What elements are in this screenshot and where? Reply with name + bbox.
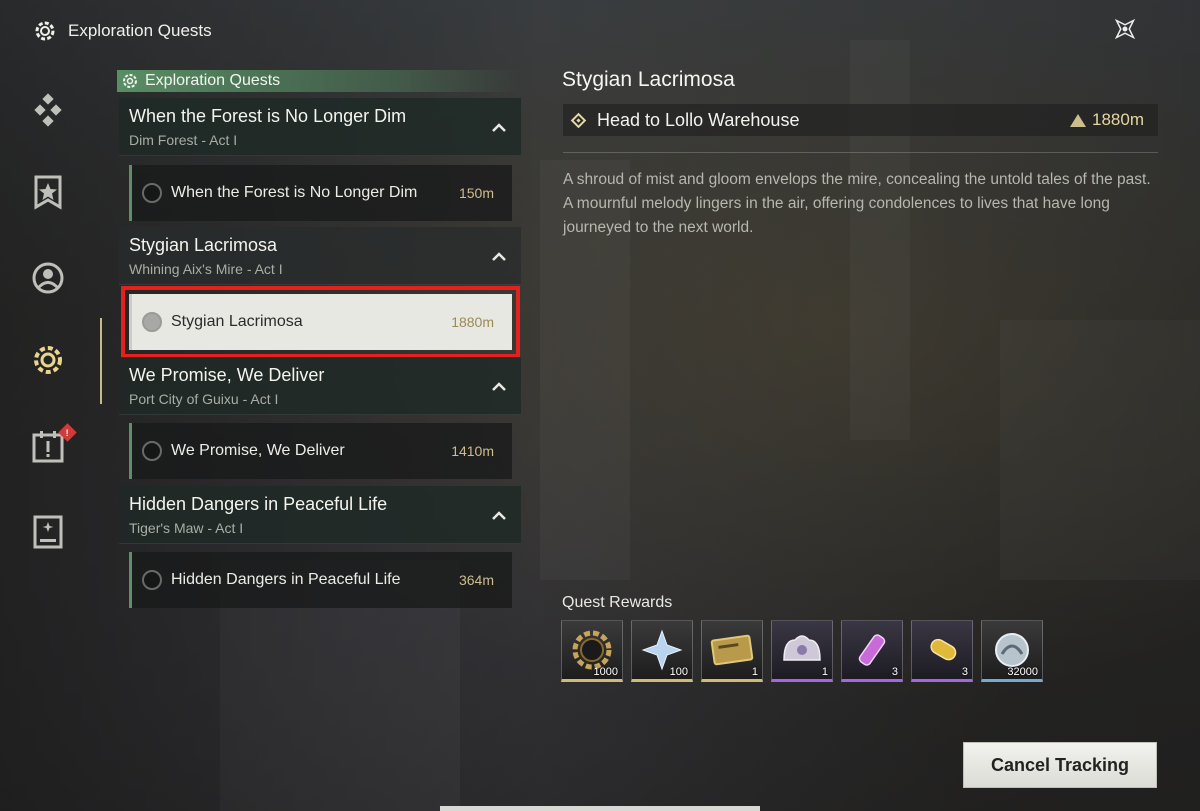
- potion-vial-icon: [858, 634, 886, 666]
- objective-text: Head to Lollo Warehouse: [597, 109, 800, 130]
- cancel-tracking-button[interactable]: Cancel Tracking: [963, 742, 1157, 788]
- track-radio: [142, 312, 162, 332]
- quest-entry[interactable]: Hidden Dangers in Peaceful Life 364m: [129, 552, 512, 608]
- reward-quantity: 3: [961, 666, 968, 678]
- quest-detail-title: Stygian Lacrimosa: [562, 68, 735, 91]
- rail-item-events[interactable]: !: [20, 418, 77, 474]
- rail-item-archive[interactable]: [20, 504, 76, 560]
- quest-group-subtitle: Port City of Guixu - Act I: [129, 391, 279, 407]
- quest-group-header[interactable]: When the Forest is No Longer Dim Dim For…: [119, 98, 521, 156]
- reward-item[interactable]: 1: [771, 620, 833, 682]
- rail-item-main[interactable]: [20, 82, 76, 138]
- quest-entry-distance: 1880m: [451, 314, 494, 330]
- quest-list-title: Exploration Quests: [145, 72, 281, 89]
- rewards-row: 1000 100 1 1 3 3 32000: [561, 620, 1043, 682]
- gear-icon: [35, 21, 55, 41]
- rail-item-exploration[interactable]: [20, 332, 76, 388]
- cancel-tracking-label: Cancel Tracking: [990, 754, 1130, 775]
- person-circle-icon: [32, 262, 64, 294]
- quest-entry-selected[interactable]: Stygian Lacrimosa 1880m: [121, 286, 520, 358]
- objective-distance-value: 1880m: [1092, 110, 1144, 129]
- chevron-up-icon: [492, 123, 506, 132]
- quest-list-header: Exploration Quests: [117, 70, 520, 92]
- reward-item[interactable]: 32000: [981, 620, 1043, 682]
- chevron-up-icon: [492, 511, 506, 520]
- bottom-edge-bar: [440, 806, 760, 811]
- rail-active-indicator: [100, 318, 102, 404]
- reward-item[interactable]: 3: [911, 620, 973, 682]
- reward-quantity: 1: [821, 666, 828, 678]
- detail-divider: [563, 152, 1158, 153]
- quest-group-subtitle: Tiger's Maw - Act I: [129, 520, 244, 536]
- rewards-label: Quest Rewards: [562, 594, 673, 611]
- star-banner-icon: [34, 175, 62, 210]
- screen-title: Exploration Quests: [68, 21, 212, 40]
- objective-distance: 1880m: [1070, 110, 1144, 130]
- reward-item[interactable]: 1: [701, 620, 763, 682]
- close-button[interactable]: [1108, 12, 1142, 46]
- quest-objective: Head to Lollo Warehouse 1880m: [563, 104, 1158, 136]
- quest-entry-title: Hidden Dangers in Peaceful Life: [171, 571, 401, 588]
- quest-group-title: We Promise, We Deliver: [129, 365, 325, 385]
- quest-entry-distance: 150m: [458, 185, 494, 201]
- ticket-icon: [710, 634, 754, 666]
- energy-capsule-icon: [930, 638, 957, 661]
- rail-item-story[interactable]: [20, 164, 76, 220]
- ornament-crown-icon: [783, 635, 821, 661]
- book-icon: [33, 515, 63, 549]
- rail-item-companion[interactable]: [20, 250, 76, 306]
- quest-group-header[interactable]: Hidden Dangers in Peaceful Life Tiger's …: [119, 486, 521, 544]
- track-radio: [142, 183, 162, 203]
- alert-badge-label: !: [66, 427, 69, 438]
- gear-icon: [123, 74, 137, 88]
- objective-marker-icon: [570, 112, 587, 128]
- reward-quantity: 32000: [1007, 666, 1038, 678]
- quest-entry-title: We Promise, We Deliver: [171, 442, 345, 459]
- quest-group-header[interactable]: We Promise, We Deliver Port City of Guix…: [119, 357, 521, 415]
- quest-group-subtitle: Whining Aix's Mire - Act I: [129, 261, 283, 277]
- quest-group-title: When the Forest is No Longer Dim: [129, 106, 407, 126]
- reward-item[interactable]: 100: [631, 620, 693, 682]
- quest-entry[interactable]: We Promise, We Deliver 1410m: [129, 423, 512, 479]
- quest-description: A shroud of mist and gloom envelops the …: [563, 171, 1151, 236]
- reward-quantity: 1000: [593, 666, 618, 678]
- quest-entry-distance: 1410m: [451, 443, 494, 459]
- track-radio: [142, 570, 162, 590]
- reward-quantity: 100: [669, 666, 688, 678]
- quest-entry-title: When the Forest is No Longer Dim: [171, 184, 418, 201]
- quest-entry-distance: 364m: [458, 572, 494, 588]
- reward-item[interactable]: 3: [841, 620, 903, 682]
- chevron-up-icon: [492, 252, 506, 261]
- chevron-up-icon: [492, 382, 506, 391]
- reward-quantity: 1: [751, 666, 758, 678]
- quest-group-title: Hidden Dangers in Peaceful Life: [129, 494, 388, 514]
- quest-entry[interactable]: When the Forest is No Longer Dim 150m: [129, 165, 512, 221]
- quest-entry-title: Stygian Lacrimosa: [171, 313, 303, 330]
- reward-quantity: 3: [891, 666, 898, 678]
- reward-item[interactable]: 1000: [561, 620, 623, 682]
- quest-group-header[interactable]: Stygian Lacrimosa Whining Aix's Mire - A…: [119, 227, 521, 285]
- gear-icon: [34, 346, 62, 374]
- quest-group-title: Stygian Lacrimosa: [129, 235, 278, 255]
- screen-header: Exploration Quests: [32, 18, 212, 44]
- track-radio: [142, 441, 162, 461]
- diamond-cluster-icon: [34, 93, 62, 127]
- close-icon: [1114, 18, 1136, 40]
- distance-triangle-icon: [1070, 113, 1087, 127]
- quest-group-subtitle: Dim Forest - Act I: [129, 132, 238, 148]
